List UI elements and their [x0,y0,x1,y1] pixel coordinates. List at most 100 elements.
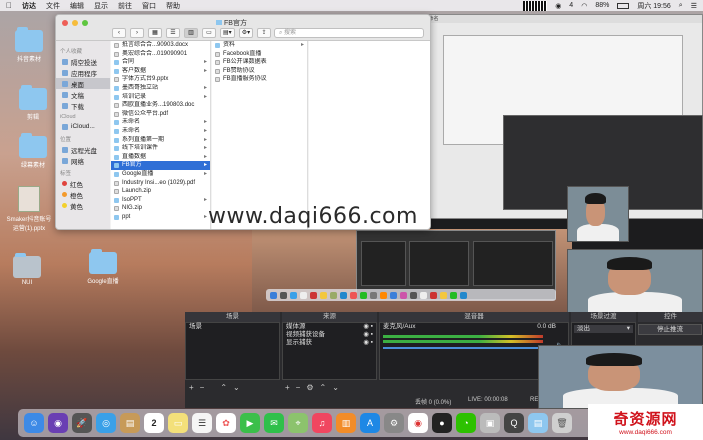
notification-count[interactable]: 4 [569,2,573,9]
stop-stream-button[interactable]: 停止推流 [638,324,702,335]
menu-view[interactable]: 显示 [94,1,108,11]
eye-icon[interactable]: ◉ ▪ [363,339,373,347]
safari-dock-icon[interactable]: ◎ [96,413,116,433]
remove-source-icon[interactable]: − [296,383,301,392]
transition-select[interactable]: 淡出 ▾ [574,325,633,333]
eye-icon[interactable]: ◉ ▪ [363,323,373,331]
sidebar-item-documents[interactable]: 文稿 [56,89,110,100]
list-item[interactable]: NIG.zip [111,204,210,213]
desktop-folder-edit[interactable]: 剪辑 [10,85,56,121]
zoom-button[interactable] [82,20,88,26]
wechat-status-icon[interactable]: ◉ [555,2,561,10]
list-item[interactable]: 抵言综合合...90903.docx [111,41,210,50]
desktop-file-pptx[interactable]: Smaker抖音账号 运营(1).pptx [4,186,54,232]
sidebar-item-airdrop[interactable]: 隔空投送 [56,56,110,67]
search-input[interactable]: ⌕ 搜索 [274,28,424,38]
menu-go[interactable]: 前往 [118,1,132,11]
menu-file[interactable]: 文件 [46,1,60,11]
books-dock-icon[interactable]: ▥ [336,413,356,433]
menu-window[interactable]: 窗口 [142,1,156,11]
list-item[interactable]: Facebook直播 [212,50,307,59]
photos-dock-icon[interactable]: ✿ [216,413,236,433]
action-gear-button[interactable]: ⚙▾ [238,28,254,38]
sidebar-item-network[interactable]: 网络 [56,155,110,166]
gallery-view-button[interactable]: ▭ [202,28,216,38]
eye-icon[interactable]: ◉ ▪ [363,331,373,339]
sidebar-item-downloads[interactable]: 下载 [56,100,110,111]
list-item[interactable]: FB公开课数据表 [212,58,307,67]
minimize-button[interactable] [72,20,78,26]
system-preferences-dock-icon[interactable]: ⚙ [384,413,404,433]
source-item-display-capture[interactable]: 显示捕获 ◉ ▪ [283,339,376,347]
facetime-dock-icon[interactable]: ▶ [240,413,260,433]
sidebar-item-icloud-drive[interactable]: iCloud... [56,121,110,132]
sidebar-item-tag-red[interactable]: 红色 [56,178,110,189]
apple-menu-icon[interactable]:  [6,1,12,10]
move-up-icon[interactable]: ⌃ [320,383,327,392]
back-button[interactable]: ‹ [112,28,126,38]
column-view-button[interactable]: ▥ [184,28,198,38]
obs-dock-icon[interactable]: ● [432,413,452,433]
list-item[interactable]: Google直播 ▸ [111,170,210,179]
add-source-icon[interactable]: + [285,383,290,392]
appstore-dock-icon[interactable]: A [360,413,380,433]
group-button[interactable]: ▤▾ [220,28,235,38]
list-item[interactable]: 直播数据 ▸ [111,153,210,162]
source-item-media[interactable]: 媒体源 ◉ ▪ [283,323,376,331]
list-item[interactable]: 奥宏综合合...019090901 [111,50,210,59]
forward-button[interactable]: › [130,28,144,38]
list-view-button[interactable]: ☰ [166,28,180,38]
list-item[interactable]: 字体方式台9.pptx [111,75,210,84]
list-item[interactable]: 未命名 ▸ [111,118,210,127]
move-up-icon[interactable]: ⌃ [220,383,227,392]
list-item[interactable]: FB赞助协议 [212,67,307,76]
list-item[interactable]: Industry Insi...eo (1029).pdf [111,179,210,188]
sidebar-item-desktop[interactable]: 桌面 [56,78,110,89]
list-item[interactable]: 合同 ▸ [111,58,210,67]
calendar-dock-icon[interactable]: 2 [144,413,164,433]
desktop-folder-google[interactable]: Google直播 [80,249,126,285]
list-item[interactable]: 系列直播第一期 ▸ [111,136,210,145]
list-item[interactable]: Launch.zip [111,187,210,196]
list-item[interactable]: 未命名 ▸ [111,127,210,136]
reminders-dock-icon[interactable]: ☰ [192,413,212,433]
gear-icon[interactable]: ⚙ [306,383,313,392]
close-button[interactable] [62,20,68,26]
quicktime-dock-icon[interactable]: Q [504,413,524,433]
battery-percent[interactable]: 88% [595,2,609,9]
share-button[interactable]: ⇪ [257,28,272,38]
list-item[interactable]: 线下培训课件 ▸ [111,144,210,153]
wifi-icon[interactable]: ◠ [581,2,587,10]
desktop-folder-douyin[interactable]: 抖音素材 [6,27,52,63]
folder-dock-icon[interactable]: ▤ [528,413,548,433]
list-item[interactable]: IsoPPT ▸ [111,196,210,205]
remove-scene-icon[interactable]: − [200,383,205,392]
sidebar-item-tag-yellow[interactable]: 黄色 [56,200,110,211]
notes-dock-icon[interactable]: ▭ [168,413,188,433]
list-item[interactable]: 墨西哥独立站 ▸ [111,84,210,93]
source-item-video-capture[interactable]: 视频捕获设备 ◉ ▪ [283,331,376,339]
finder-dock-icon[interactable]: ☺ [24,413,44,433]
list-item[interactable]: 培训记录 ▸ [111,93,210,102]
desktop-folder-greenscreen[interactable]: 绿幕素材 [10,133,56,169]
battery-icon[interactable] [617,2,630,9]
sidebar-item-tag-orange[interactable]: 橙色 [56,189,110,200]
search-icon[interactable]: ⌕ [679,2,683,10]
add-scene-icon[interactable]: + [189,383,194,392]
messages-dock-icon[interactable]: ✉ [264,413,284,433]
maps-dock-icon[interactable]: ⌖ [288,413,308,433]
sidebar-item-remote-disc[interactable]: 远程光盘 [56,144,110,155]
volume-slider[interactable] [383,347,543,349]
menu-help[interactable]: 帮助 [166,1,180,11]
clock[interactable]: 周六 19:56 [637,1,670,11]
launchpad-dock-icon[interactable]: 🚀 [72,413,92,433]
sidebar-item-applications[interactable]: 应用程序 [56,67,110,78]
desktop-file-nui[interactable]: NUI [4,253,50,286]
list-item[interactable]: FB直播服务协议 [212,75,307,84]
qr-status-icon[interactable] [523,0,548,11]
menu-app[interactable]: 访达 [22,1,36,11]
siri-dock-icon[interactable]: ◉ [48,413,68,433]
list-item[interactable]: FB官方 ▸ [111,161,210,170]
list-item[interactable]: 资料 ▸ [212,41,307,50]
list-item[interactable]: ppt ▸ [111,213,210,222]
